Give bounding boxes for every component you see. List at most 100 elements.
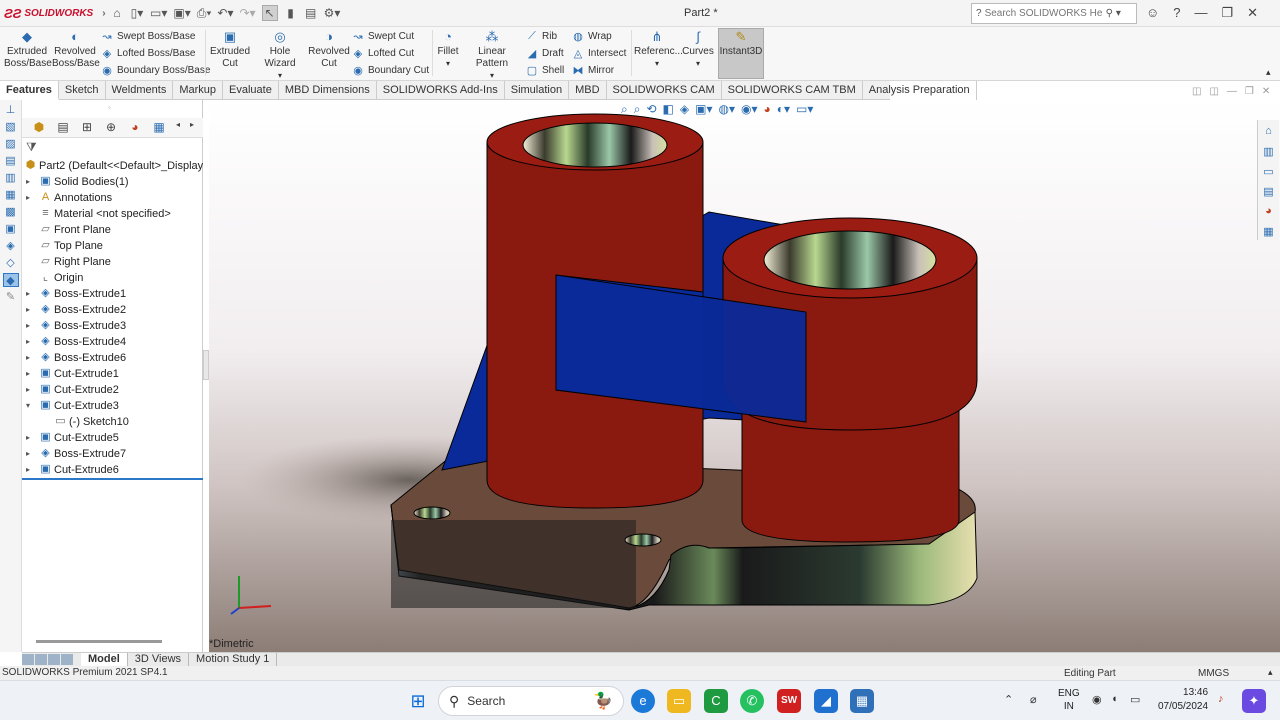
boundary-boss-button[interactable]: ◉ Boundary Boss/Base (101, 64, 210, 77)
rollback-bar[interactable] (22, 478, 203, 480)
minimize-icon[interactable]: — (1195, 5, 1208, 21)
resources-icon[interactable]: ⌂ (1261, 125, 1277, 140)
tree-item[interactable]: ▸ ◈ Boss-Extrude4 (22, 334, 203, 350)
tree-item[interactable]: ▱ Top Plane (22, 238, 203, 254)
tab-analysis-preparation[interactable]: Analysis Preparation (863, 81, 977, 100)
trimetric-icon[interactable]: ◇ (3, 256, 19, 270)
whatsapp-icon[interactable]: ✆ (740, 689, 764, 713)
user-icon[interactable]: ☺ (1146, 5, 1159, 21)
lofted-boss-button[interactable]: ◈ Lofted Boss/Base (101, 47, 196, 60)
appearances-icon[interactable]: ◕ (1261, 205, 1277, 220)
tab-evaluate[interactable]: Evaluate (223, 81, 279, 100)
tree-item[interactable]: ▭ (-) Sketch10 (22, 414, 203, 430)
doc-tile-icon[interactable]: ◫ (1209, 86, 1218, 97)
cam-tab-icon[interactable]: ▦ (150, 120, 168, 136)
property-manager-tab-icon[interactable]: ▤ (54, 120, 72, 136)
copilot-icon[interactable]: ✦ (1242, 689, 1266, 713)
units-selector[interactable]: MMGS (1198, 668, 1229, 679)
tab-weldments[interactable]: Weldments (106, 81, 174, 100)
help-menu-icon[interactable]: ? (1173, 5, 1180, 21)
file-explorer-icon[interactable]: ▭ (1261, 165, 1277, 180)
doc-restore-icon[interactable]: ◫ (1192, 86, 1201, 97)
expand-toggle-icon[interactable]: ▸ (26, 382, 30, 398)
expand-toggle-icon[interactable]: ▸ (26, 190, 30, 206)
linear-pattern-button[interactable]: ⁂ Linear Pattern ▾ (462, 30, 522, 82)
tree-item[interactable]: ▸ ◈ Boss-Extrude2 (22, 302, 203, 318)
view-top-icon[interactable]: ▤ (3, 154, 19, 168)
lofted-cut-button[interactable]: ◈ Lofted Cut (352, 47, 414, 60)
collapse-ribbon-icon[interactable]: ▴ (1266, 67, 1271, 78)
view-cube-icon[interactable]: ▧ (3, 120, 19, 134)
options-icon[interactable]: ⚙▾ (324, 6, 341, 20)
select-icon[interactable]: ↖ (261, 5, 278, 21)
volume-icon[interactable]: ◖ (1111, 693, 1118, 705)
edge-icon[interactable]: e (631, 689, 655, 713)
chevron-down-icon[interactable]: ▾ (655, 59, 659, 68)
file-properties-icon[interactable]: ▤ (304, 6, 318, 20)
tray-overflow-icon[interactable]: ⌃ (1004, 693, 1013, 706)
extruded-cut-button[interactable]: ▣ Extruded Cut (208, 30, 252, 70)
expand-toggle-icon[interactable]: ▾ (26, 398, 30, 414)
extruded-boss-button[interactable]: ◆ Extruded Boss/Base (4, 30, 52, 70)
expand-toggle-icon[interactable]: ▸ (26, 286, 30, 302)
tree-item[interactable]: ▾ ▣ Cut-Extrude3 (22, 398, 203, 414)
configuration-manager-tab-icon[interactable]: ⊞ (78, 120, 96, 136)
revolved-cut-button[interactable]: ◑ Revolved Cut (308, 30, 350, 70)
tree-item[interactable]: ▸ ▣ Cut-Extrude2 (22, 382, 203, 398)
app-green-icon[interactable]: C (704, 689, 728, 713)
tree-item[interactable]: ⌞ Origin (22, 270, 203, 286)
solidworks-taskbar-icon[interactable]: SW (777, 689, 801, 713)
instant3d-content[interactable]: ✎ Instant3D (718, 30, 764, 58)
tab-solidworks-cam[interactable]: SOLIDWORKS CAM (607, 81, 722, 100)
calculator-icon[interactable]: ▦ (850, 689, 874, 713)
tab-sketch[interactable]: Sketch (59, 81, 106, 100)
view-left-icon[interactable]: ▦ (3, 188, 19, 202)
tab-scroll-right-icon[interactable]: ▸ (188, 120, 196, 136)
tree-item[interactable]: ≡ Material <not specified> (22, 206, 203, 222)
wrap-button[interactable]: ◍ Wrap (572, 30, 612, 43)
file-explorer-taskbar-icon[interactable]: ▭ (667, 689, 691, 713)
wifi-icon[interactable]: ◉ (1092, 693, 1102, 706)
bottom-tab-3d-views[interactable]: 3D Views (128, 653, 190, 666)
prev-tab-icon[interactable] (35, 654, 47, 665)
open-icon[interactable]: ▭▾ (150, 6, 167, 20)
shell-button[interactable]: ▢ Shell (526, 64, 564, 77)
curves-button[interactable]: ∫ Curves ▾ (681, 30, 715, 70)
measure-icon[interactable]: ✎ (3, 290, 19, 304)
expand-toggle-icon[interactable]: ▸ (26, 318, 30, 334)
rib-button[interactable]: ⟋ Rib (526, 30, 557, 43)
view-bottom-icon[interactable]: ▣ (3, 222, 19, 236)
doc-minimize-icon[interactable]: — (1227, 86, 1237, 97)
first-tab-icon[interactable] (22, 654, 34, 665)
tree-item[interactable]: ▸ ▣ Cut-Extrude6 (22, 462, 203, 478)
tab-solidworks-add-ins[interactable]: SOLIDWORKS Add-Ins (377, 81, 505, 100)
tree-item[interactable]: ▱ Front Plane (22, 222, 203, 238)
intersect-button[interactable]: ◬ Intersect (572, 47, 627, 60)
restore-icon[interactable]: ❐ (1222, 5, 1234, 21)
draft-button[interactable]: ◢ Draft (526, 47, 564, 60)
language-indicator[interactable]: ENG IN (1058, 687, 1080, 713)
tree-item[interactable]: ▸ ▣ Cut-Extrude5 (22, 430, 203, 446)
expand-toggle-icon[interactable]: ▸ (26, 302, 30, 318)
print-icon[interactable]: ⎙▾ (197, 6, 212, 21)
swept-cut-button[interactable]: ↝ Swept Cut (352, 30, 414, 43)
close-icon[interactable]: ✕ (1247, 5, 1258, 21)
chevron-down-icon[interactable]: ▾ (696, 59, 700, 68)
expand-toggle-icon[interactable]: ▸ (26, 334, 30, 350)
home-icon[interactable]: ⌂ (110, 6, 124, 20)
bottom-tab-motion-study-1[interactable]: Motion Study 1 (189, 653, 278, 666)
save-icon[interactable]: ▣▾ (173, 6, 190, 20)
redo-icon[interactable]: ↷▾ (239, 6, 255, 20)
tree-item[interactable]: ▸ ◈ Boss-Extrude3 (22, 318, 203, 334)
tab-simulation[interactable]: Simulation (505, 81, 570, 100)
revolved-boss-button[interactable]: ◐ Revolved Boss/Base (52, 30, 100, 70)
fillet-button[interactable]: ◔ Fillet ▾ (435, 30, 461, 70)
taskbar-search[interactable]: ⚲ Search 🦆 (438, 686, 624, 716)
dimxpert-tab-icon[interactable]: ⊕ (102, 120, 120, 136)
clock[interactable]: 13:46 07/05/2024 (1158, 686, 1208, 714)
battery-icon[interactable]: ▭ (1130, 693, 1140, 706)
expand-toggle-icon[interactable]: ▸ (26, 446, 30, 462)
filter-icon[interactable]: ⧩ (26, 140, 37, 155)
view-right-icon[interactable]: ▥ (3, 171, 19, 185)
tree-item[interactable]: ▸ ▣ Cut-Extrude1 (22, 366, 203, 382)
